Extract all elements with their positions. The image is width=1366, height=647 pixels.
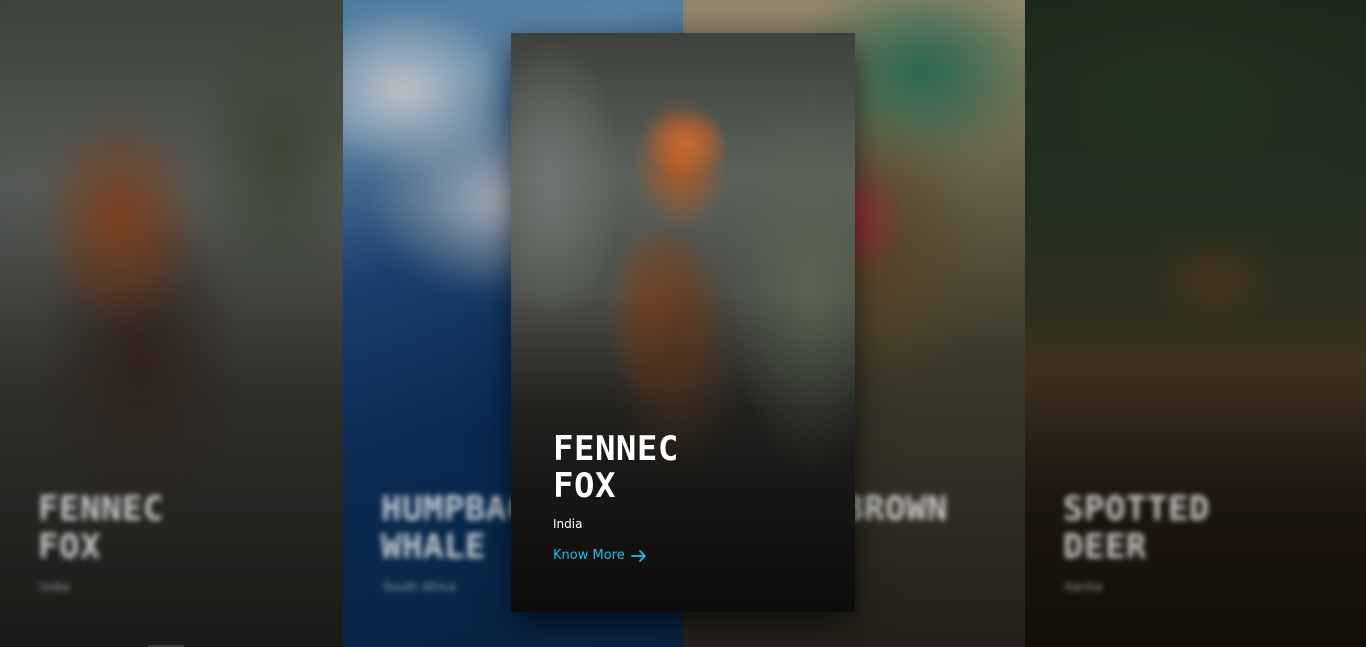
slide-fennec-fox[interactable]: Fennec Fox India: [0, 0, 343, 647]
slide-title: Spotted Deer: [1063, 489, 1210, 567]
arrow-right-icon: [630, 549, 647, 563]
slide-spotted-deer[interactable]: Spotted Deer Kanha: [1025, 0, 1366, 647]
active-slide-location: India: [553, 517, 583, 531]
active-slide-card[interactable]: FENNEC FOX India Know More: [511, 33, 855, 612]
slide-location: Kanha: [1065, 580, 1103, 594]
know-more-label: Know More: [553, 548, 625, 563]
carousel-stage: Fennec Fox India Humpback Whale South Af…: [0, 0, 1366, 647]
slide-title: Fennec Fox: [38, 489, 164, 567]
slide-location: South Africa: [383, 580, 456, 594]
know-more-link[interactable]: Know More: [553, 548, 647, 563]
slide-title: Brown: [843, 489, 948, 529]
slide-location: India: [40, 580, 70, 594]
active-slide-title: FENNEC FOX: [553, 429, 679, 506]
